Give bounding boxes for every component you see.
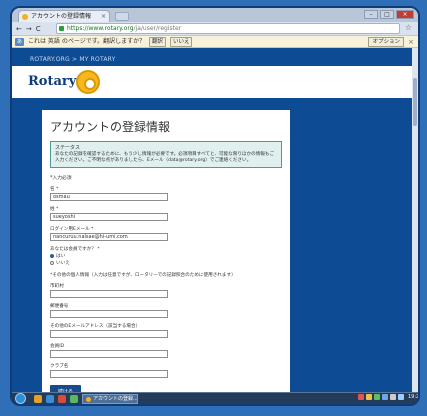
registration-form: アカウントの登録情報 ステータス あなたの記録を確認するために、もう少し情報が必… <box>42 110 290 398</box>
clock: 19:29 <box>408 394 420 400</box>
translate-bar: あ これは 英語 のページです。翻訳しますか？ 翻訳 いいえ オプション × <box>12 35 418 48</box>
forward-icon[interactable]: → <box>26 25 32 33</box>
first-name-field[interactable]: osmau <box>50 193 168 201</box>
tab-close-icon[interactable]: × <box>101 11 106 22</box>
radio-yes-dot[interactable] <box>50 254 54 258</box>
page-scrollbar[interactable] <box>412 48 418 392</box>
system-tray: 19:29 <box>358 394 420 400</box>
radio-no-dot[interactable] <box>50 261 54 265</box>
maximize-icon[interactable]: □ <box>380 10 394 19</box>
page-title: アカウントの登録情報 <box>50 120 171 134</box>
lock-icon <box>59 26 64 31</box>
first-name-label: 名 * <box>50 187 59 192</box>
status-box: ステータス あなたの記録を確認するために、もう少し情報が必要です。必須項目すべて… <box>50 141 282 168</box>
club-name-field[interactable] <box>50 370 168 378</box>
explorer-icon[interactable] <box>34 395 42 403</box>
tray-icon[interactable] <box>374 394 380 400</box>
member-id-label: 会員ID <box>50 344 65 349</box>
task-label: アカウントの登録... <box>93 396 138 402</box>
options-button[interactable]: オプション <box>368 37 404 47</box>
close-window-icon[interactable]: × <box>396 10 414 19</box>
tab-bar: アカウントの登録情報 × – □ × <box>12 8 418 22</box>
breadcrumb: ROTARY.ORG > MY ROTARY <box>30 56 116 63</box>
no-thanks-button[interactable]: いいえ <box>169 37 193 47</box>
rotary-favicon-icon <box>86 397 91 402</box>
other-email-label: その他のEメールアドレス（該当する場合） <box>50 324 141 329</box>
site-header: Rotary <box>12 66 412 98</box>
postal-code-label: 郵便番号 <box>50 304 69 309</box>
rotary-logo-text[interactable]: Rotary <box>28 74 76 89</box>
last-name-field[interactable]: sueyoshi <box>50 213 168 221</box>
tray-icon[interactable] <box>358 394 364 400</box>
radio-yes-label: はい <box>56 254 66 259</box>
rotary-favicon-icon <box>22 14 28 20</box>
rotary-wheel-icon[interactable] <box>76 70 100 94</box>
media-icon[interactable] <box>58 395 66 403</box>
city-field[interactable] <box>50 290 168 298</box>
tray-icon[interactable] <box>366 394 372 400</box>
reload-icon[interactable]: C <box>36 25 41 33</box>
ie-icon[interactable] <box>46 395 54 403</box>
start-button[interactable] <box>15 393 26 404</box>
translate-button[interactable]: 翻訳 <box>149 37 167 47</box>
radio-no[interactable]: いいえ <box>50 260 282 266</box>
required-note: *入力必須 <box>50 176 72 181</box>
browser-window: アカウントの登録情報 × – □ × ← → C https://www.rot… <box>10 6 420 406</box>
scrollbar-thumb[interactable] <box>413 78 417 126</box>
status-text: あなたの記録を確認するために、もう少し情報が必要です。必須項目すべてと、可能な限… <box>55 152 275 163</box>
page-content: ROTARY.ORG > MY ROTARY Rotary アカウントの登録情報… <box>12 48 418 398</box>
translate-message: これは 英語 のページです。翻訳しますか？ <box>28 38 146 45</box>
tab-account-registration[interactable]: アカウントの登録情報 × <box>18 10 110 22</box>
taskbar-item-browser[interactable]: アカウントの登録... <box>82 394 138 404</box>
network-icon[interactable] <box>398 394 404 400</box>
back-icon[interactable]: ← <box>16 25 22 33</box>
tray-icon[interactable] <box>382 394 388 400</box>
minimize-icon[interactable]: – <box>364 10 378 19</box>
window-controls: – □ × <box>364 10 414 19</box>
tab-title: アカウントの登録情報 <box>31 13 92 20</box>
other-email-field[interactable] <box>50 330 168 338</box>
email-field[interactable]: nancuruu.nalsae@hi-umi.com <box>50 233 168 241</box>
city-label: 市町村 <box>50 284 64 289</box>
email-label: ログイン用Eメール * <box>50 227 94 232</box>
member-question: あなたは会員ですか？ * <box>50 247 100 252</box>
radio-no-label: いいえ <box>56 261 70 266</box>
translate-icon: あ <box>15 38 24 46</box>
chrome-icon[interactable] <box>70 395 78 403</box>
url-host: https://www.rotary.org <box>67 25 134 32</box>
taskbar: アカウントの登録... 19:29 <box>12 392 418 404</box>
last-name-label: 姓 * <box>50 207 59 212</box>
translate-close-icon[interactable]: × <box>408 36 414 48</box>
new-tab-button[interactable] <box>115 12 129 21</box>
volume-icon[interactable] <box>390 394 396 400</box>
url-input[interactable]: https://www.rotary.org/ja/user/register <box>56 23 400 34</box>
member-id-field[interactable] <box>50 350 168 358</box>
bookmark-star-icon[interactable]: ☆ <box>405 23 412 32</box>
url-path: /ja/user/register <box>133 25 182 32</box>
radio-yes[interactable]: はい <box>50 253 282 259</box>
status-title: ステータス <box>55 145 81 151</box>
address-bar-row: ← → C https://www.rotary.org/ja/user/reg… <box>12 22 418 35</box>
club-name-label: クラブ名 <box>50 364 69 369</box>
postal-code-field[interactable] <box>50 310 168 318</box>
optional-note: *その他の個人情報（入力は任意ですが、ロータリーでの記録照合のために使用されます… <box>50 273 236 278</box>
